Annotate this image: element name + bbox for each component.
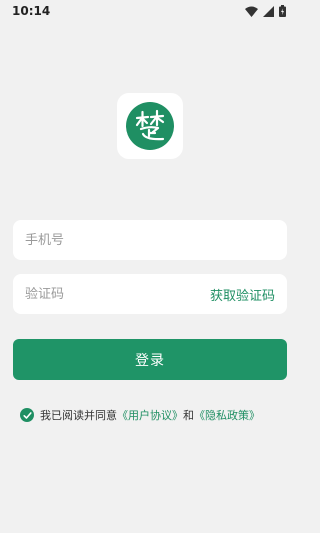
agreement-checkbox[interactable] (20, 408, 34, 422)
privacy-policy-link[interactable]: 《隐私政策》 (194, 407, 260, 423)
login-button[interactable]: 登录 (13, 339, 287, 380)
agreement-conjunction: 和 (183, 409, 194, 422)
phone-input[interactable] (25, 232, 275, 248)
status-bar: 10:14 (0, 0, 300, 22)
agreement-prefix: 我已阅读并同意 (40, 409, 117, 422)
agreement-row: 我已阅读并同意 《用户协议》 和 《隐私政策》 (20, 405, 290, 425)
get-code-button[interactable]: 获取验证码 (210, 285, 275, 304)
app-logo-icon (126, 102, 174, 150)
verification-code-field[interactable]: 获取验证码 (13, 274, 287, 314)
status-icons (245, 5, 286, 17)
status-time: 10:14 (12, 4, 51, 18)
app-logo (117, 93, 183, 159)
verification-code-input[interactable] (25, 286, 175, 302)
wifi-icon (245, 6, 258, 17)
battery-icon (279, 5, 286, 17)
checkmark-icon (22, 411, 32, 419)
user-agreement-link[interactable]: 《用户协议》 (117, 407, 183, 423)
logo-glyph-drawing (135, 109, 165, 141)
phone-field[interactable] (13, 220, 287, 260)
cellular-signal-icon (263, 5, 274, 17)
